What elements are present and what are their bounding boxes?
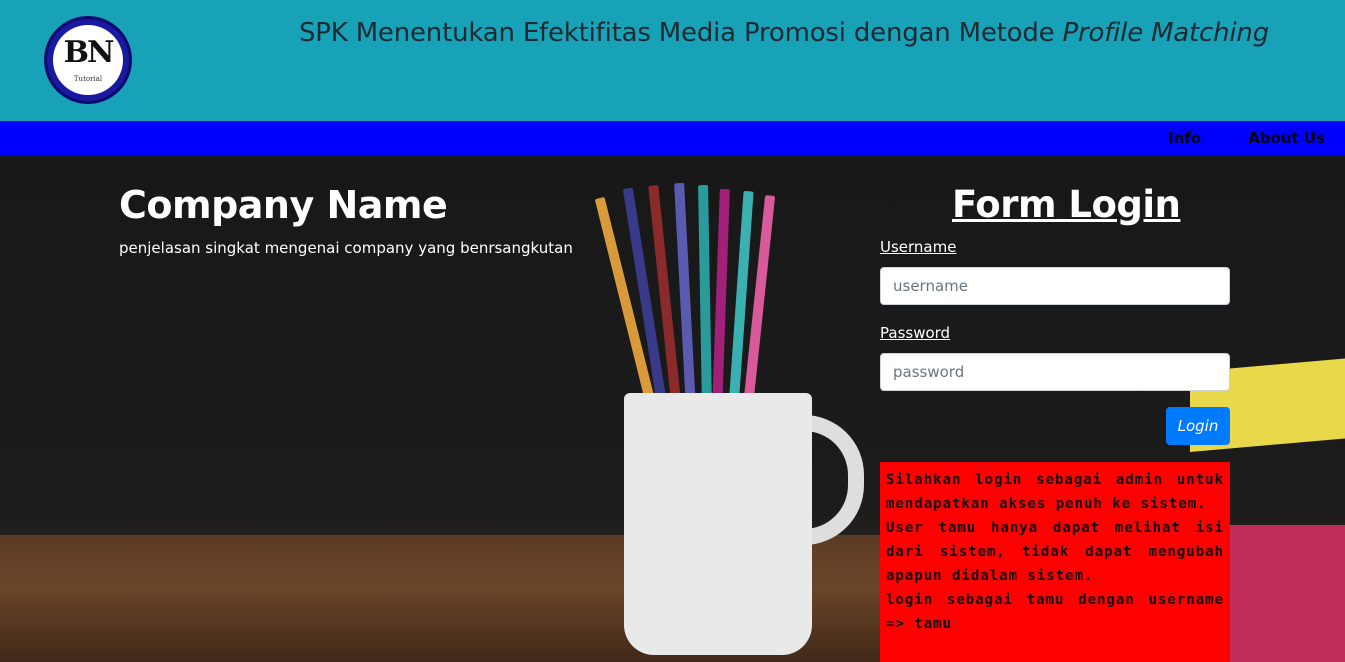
mug-image	[624, 393, 812, 655]
company-description: penjelasan singkat mengenai company yang…	[119, 239, 573, 257]
form-login-title: Form Login	[952, 183, 1181, 226]
nav-item-about-us[interactable]: About Us	[1248, 129, 1325, 147]
logo-text: BN	[63, 35, 115, 70]
info-text-guest: User tamu hanya dapat melihat isi dari s…	[886, 520, 1224, 584]
pencil-image	[698, 184, 712, 408]
navbar: Info About Us	[0, 121, 1345, 155]
logo-icon[interactable]: BN Tutorial	[44, 16, 132, 104]
username-input[interactable]	[880, 267, 1230, 305]
site-title-italic: Profile Matching	[1062, 18, 1270, 48]
logo-badge: BN Tutorial	[53, 25, 123, 95]
password-input[interactable]	[880, 353, 1230, 391]
password-label: Password	[880, 324, 951, 342]
logo-subtext: Tutorial	[73, 75, 103, 83]
book-image	[1215, 525, 1345, 662]
company-name: Company Name	[119, 183, 448, 227]
nav-item-info[interactable]: Info	[1168, 129, 1201, 147]
username-label: Username	[880, 238, 957, 256]
site-title: SPK Menentukan Efektifitas Media Promosi…	[299, 18, 1269, 48]
login-button[interactable]: Login	[1166, 407, 1230, 445]
login-info-box: Silahkan login sebagai admin untuk menda…	[880, 462, 1230, 662]
info-text-admin: Silahkan login sebagai admin untuk menda…	[886, 472, 1224, 512]
info-text-guest-username: login sebagai tamu dengan username => ta…	[886, 592, 1224, 632]
pencil-image	[712, 188, 730, 410]
site-title-main: SPK Menentukan Efektifitas Media Promosi…	[299, 18, 1063, 48]
header: BN Tutorial SPK Menentukan Efektifitas M…	[0, 0, 1345, 121]
